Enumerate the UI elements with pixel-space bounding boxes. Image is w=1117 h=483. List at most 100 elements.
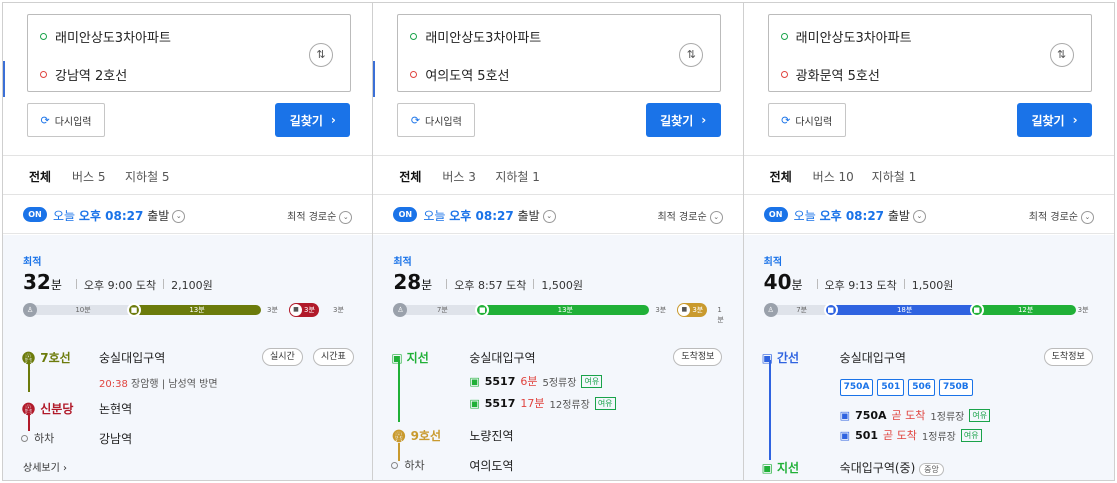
bus-icon: ■: [969, 303, 984, 317]
sort-dropdown[interactable]: 최적 경로순 ⌄: [287, 208, 353, 224]
route-result[interactable]: 최적 28 분 오후 8:57 도착 1,500원 7분 ♙ 13분 ■ 3분 ■ 3분…: [373, 235, 743, 480]
tab-subway[interactable]: 지하철 1: [872, 168, 917, 185]
panel-edge-marker: [373, 61, 376, 97]
dep-time: 오후 08:27: [78, 209, 144, 223]
find-route-button[interactable]: 길찾기 ›: [275, 103, 351, 137]
step-line-label: ▣ 지선: [391, 351, 429, 365]
tab-all[interactable]: 전체: [763, 168, 798, 199]
congestion-tag: 여유: [960, 428, 982, 442]
divider: [816, 279, 818, 289]
step-line-label: ▣ 간선: [761, 351, 800, 365]
duration-unit: 분: [421, 278, 433, 292]
route-badge[interactable]: 750A: [839, 379, 874, 396]
pill-duration: 3분: [304, 306, 315, 314]
divider: [163, 279, 165, 289]
tab-bus[interactable]: 버스 5: [72, 168, 106, 185]
bus-icon: ▣: [761, 351, 773, 365]
bus-icon: ▣: [839, 428, 851, 442]
swap-icon[interactable]: ⇅: [309, 43, 333, 67]
swap-icon[interactable]: ⇅: [1049, 43, 1074, 67]
tab-all[interactable]: 전체: [393, 168, 428, 199]
on-toggle[interactable]: ON: [393, 207, 418, 222]
mode-tabs: 전체 버스 10 지하철 1: [743, 155, 1114, 199]
sort-label: 최적 경로순: [657, 212, 707, 223]
divider: [533, 279, 535, 289]
route-badge[interactable]: 501: [877, 379, 905, 396]
fare: 1,500원: [911, 279, 954, 292]
walk-segment: 7분: [397, 305, 488, 315]
route-summary: 40 분 오후 9:13 도착 1,500원: [764, 270, 954, 294]
tab-all[interactable]: 전체: [22, 168, 58, 199]
alight-dot-icon: [21, 435, 28, 442]
route-panel-3: 래미안상도3차아파트 광화문역 5호선 ⇅ ⟳ 다시입력 길찾기 › 전체 버스 1…: [743, 3, 1114, 480]
fare: 1,500원: [541, 279, 584, 292]
route-result[interactable]: 최적 40 분 오후 9:13 도착 1,500원 7분 ♙ 18분 ■ 12분 ■ …: [743, 235, 1114, 480]
reset-label: 다시입력: [795, 116, 833, 128]
step-station: 숭실대입구역: [99, 351, 166, 365]
swap-icon[interactable]: ⇅: [679, 43, 704, 67]
route-line-connector: [768, 360, 771, 460]
tab-subway[interactable]: 지하철 5: [125, 168, 170, 185]
tab-bus[interactable]: 버스 10: [813, 168, 854, 185]
route-badge[interactable]: 750B: [939, 379, 973, 396]
reset-button[interactable]: ⟳ 다시입력: [27, 103, 105, 137]
tab-bus[interactable]: 버스 3: [442, 168, 476, 185]
origin-field[interactable]: 래미안상도3차아파트: [780, 27, 912, 46]
arrival-time: 오후 9:13 도착: [824, 279, 897, 292]
find-route-button[interactable]: 길찾기 ›: [1016, 103, 1092, 137]
chevron-down-icon: ⌄: [172, 210, 186, 223]
departure-time[interactable]: 오늘 오후 08:27 출발 ⌄: [53, 207, 186, 224]
route-badge[interactable]: 506: [908, 379, 936, 396]
chevron-down-icon: ⌄: [709, 210, 723, 224]
bus-arrival-1: ▣ 5517 6분 5정류장 여유: [469, 373, 603, 389]
panel-edge-marker: [3, 61, 5, 97]
divider: [446, 279, 448, 289]
refresh-icon: ⟳: [781, 113, 791, 127]
destination-field[interactable]: 강남역 2호선: [40, 65, 127, 84]
arrival-info-button[interactable]: 도착정보: [673, 348, 723, 366]
destination-text: 여의도역 5호선: [425, 69, 510, 84]
find-route-button[interactable]: 길찾기 ›: [645, 103, 721, 137]
realtime-button[interactable]: 실시간: [262, 348, 303, 366]
reset-button[interactable]: ⟳ 다시입력: [767, 103, 846, 137]
train-info: 20:38 장암행 | 남성역 방면: [99, 379, 218, 390]
walk-segment-2: 3분: [267, 306, 278, 314]
alight-dot-icon: [391, 462, 399, 469]
destination-field[interactable]: 광화문역 5호선: [780, 65, 880, 84]
dep-label: 출발: [517, 209, 540, 223]
on-toggle[interactable]: ON: [763, 207, 788, 222]
destination-text: 강남역 2호선: [55, 69, 128, 84]
route-search-comparison: 래미안상도3차아파트 강남역 2호선 ⇅ ⟳ 다시입력 길찾기 › 전체 버스 5 …: [2, 2, 1115, 481]
chevron-right-icon: ›: [330, 113, 336, 127]
detail-link[interactable]: 상세보기 ›: [23, 459, 67, 474]
origin-field[interactable]: 래미안상도3차아파트: [410, 27, 541, 46]
departure-options: ON 오늘 오후 08:27 출발 ⌄ 최적 경로순 ⌄: [743, 196, 1114, 234]
departure-time[interactable]: 오늘 오후 08:27 출발 ⌄: [423, 207, 556, 224]
departure-time[interactable]: 오늘 오후 08:27 출발 ⌄: [794, 207, 926, 224]
step-line-label: 🚇︎ 신분당: [21, 402, 74, 416]
departure-options: ON 오늘 오후 08:27 출발 ⌄ 최적 경로순 ⌄: [373, 196, 743, 234]
mode-tabs: 전체 버스 5 지하철 5: [3, 155, 373, 199]
destination-text: 광화문역 5호선: [795, 69, 880, 84]
duration-unit: 분: [791, 278, 803, 292]
duration-unit: 분: [50, 278, 62, 292]
sort-dropdown[interactable]: 최적 경로순 ⌄: [657, 208, 723, 224]
chevron-right-icon: ›: [1072, 113, 1078, 127]
dep-label: 출발: [147, 209, 170, 223]
step-station: 노량진역: [469, 429, 514, 443]
dep-day: 오늘: [793, 209, 816, 223]
reset-button[interactable]: ⟳ 다시입력: [397, 103, 476, 137]
timetable-button[interactable]: 시간표: [313, 348, 354, 366]
tab-subway[interactable]: 지하철 1: [495, 168, 540, 185]
departure-options: ON 오늘 오후 08:27 출발 ⌄ 최적 경로순 ⌄: [3, 196, 373, 234]
destination-field[interactable]: 여의도역 5호선: [410, 65, 510, 84]
sort-dropdown[interactable]: 최적 경로순 ⌄: [1029, 208, 1094, 224]
arrival-info-button[interactable]: 도착정보: [1043, 348, 1093, 366]
on-toggle[interactable]: ON: [23, 207, 47, 222]
find-route-label: 길찾기: [1031, 113, 1065, 128]
dep-day: 오늘: [423, 209, 446, 223]
route-result[interactable]: 최적 32 분 오후 9:00 도착 2,100원 10분 ♙ 13분 ■ 3분 ■ 3…: [3, 235, 373, 480]
refresh-icon: ⟳: [410, 113, 421, 127]
walk-segment: 10분: [27, 305, 139, 315]
origin-field[interactable]: 래미안상도3차아파트: [40, 27, 171, 46]
